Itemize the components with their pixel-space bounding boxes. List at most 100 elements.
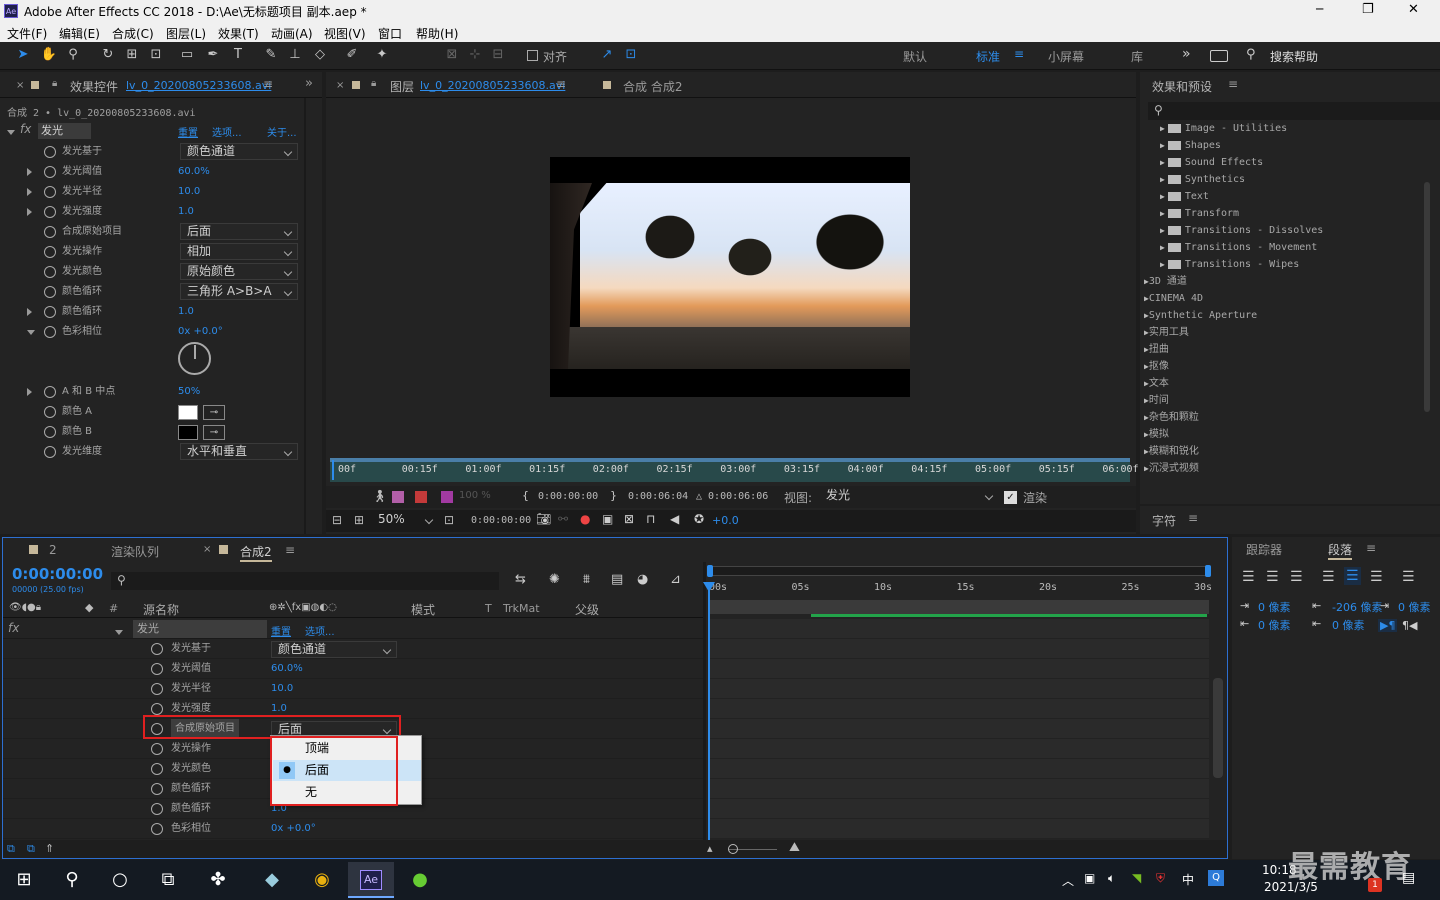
- effects-presets-menu-icon[interactable]: ≡: [1228, 77, 1238, 91]
- rtl-direction-icon[interactable]: ¶◀: [1402, 619, 1417, 632]
- justify-center-icon[interactable]: ☰: [1344, 567, 1361, 585]
- search-help-input[interactable]: 搜索帮助: [1270, 48, 1318, 65]
- tree-expand-icon[interactable]: ▶: [1160, 158, 1165, 167]
- out-time[interactable]: 0:00:06:04: [628, 491, 688, 502]
- effect-name[interactable]: 发光: [38, 123, 91, 139]
- prop-dropdown[interactable]: 水平和垂直: [180, 443, 298, 460]
- prop-value[interactable]: 1.0: [178, 302, 194, 322]
- timeline-effect-name[interactable]: 发光: [133, 620, 267, 638]
- ltr-direction-icon[interactable]: ▶¶: [1378, 619, 1398, 632]
- menu-window[interactable]: 窗口: [378, 25, 402, 42]
- tree-expand-icon[interactable]: ▶: [1160, 141, 1165, 150]
- col-source-name[interactable]: 源名称: [143, 601, 179, 618]
- exposure-icon[interactable]: ✪: [694, 512, 704, 526]
- tray-qq-icon[interactable]: Q: [1208, 870, 1224, 886]
- color-icon[interactable]: [441, 491, 453, 503]
- effects-tree-item[interactable]: ▶时间: [1144, 392, 1169, 409]
- effects-tree-item[interactable]: ▶文本: [1144, 375, 1169, 392]
- snap-grid-icon[interactable]: ⊡: [622, 46, 640, 64]
- effects-tree-item[interactable]: ▶3D 通道: [1144, 273, 1187, 290]
- workspace-libraries[interactable]: 库: [1131, 48, 1143, 65]
- prop-dropdown[interactable]: 后面: [180, 223, 298, 240]
- col-trkmat[interactable]: TrkMat: [503, 602, 540, 615]
- timeline-prop-value[interactable]: 10.0: [271, 679, 293, 699]
- timeline-prop-value[interactable]: 0x +0.0°: [271, 819, 316, 839]
- chrome-icon[interactable]: ◉: [304, 862, 340, 898]
- cortana-icon[interactable]: ○: [102, 862, 138, 898]
- label-icon[interactable]: ◆: [85, 601, 93, 614]
- tray-network-icon[interactable]: ▣: [1084, 871, 1095, 885]
- effects-tree-item[interactable]: ▶ Synthetics: [1160, 171, 1245, 188]
- current-time[interactable]: 0:00:00:00: [471, 515, 531, 526]
- paragraph-menu-icon[interactable]: ≡: [1366, 541, 1376, 555]
- workspace-default[interactable]: 默认: [903, 48, 927, 65]
- menu-help[interactable]: 帮助(H): [416, 25, 458, 42]
- local-axis-icon[interactable]: ⊠: [443, 46, 461, 64]
- justify-all-icon[interactable]: ☰: [1402, 569, 1415, 585]
- tree-expand-icon[interactable]: ▶: [1160, 209, 1165, 218]
- sync-settings-icon[interactable]: [1210, 50, 1228, 62]
- timeline-stopwatch-icon[interactable]: [151, 639, 163, 659]
- space-after-value[interactable]: 0 像素: [1332, 617, 1365, 633]
- show-snapshot-icon[interactable]: ⚯: [558, 512, 568, 526]
- channel-icon[interactable]: ●: [580, 512, 590, 526]
- layer-search-input[interactable]: ⚲: [111, 572, 499, 590]
- close-button[interactable]: ✕: [1408, 2, 1419, 17]
- effects-tree-item[interactable]: ▶扭曲: [1144, 341, 1169, 358]
- frame-blending-icon[interactable]: ▤: [611, 572, 623, 587]
- prop-expand-arrow[interactable]: [27, 182, 32, 202]
- eyedropper-icon[interactable]: ⊸: [203, 425, 225, 440]
- effect-expand-arrow[interactable]: [7, 125, 15, 138]
- align-right-icon[interactable]: ☰: [1290, 569, 1303, 585]
- tree-expand-icon[interactable]: ▶: [1160, 124, 1165, 133]
- roi-icon[interactable]: 🚶︎: [372, 489, 387, 503]
- brush-tool-icon[interactable]: ✎: [262, 46, 280, 64]
- always-preview-icon[interactable]: ⊟: [332, 513, 342, 527]
- effects-tree-item[interactable]: ▶ Shapes: [1160, 137, 1221, 154]
- timeline-stopwatch-icon[interactable]: [151, 819, 163, 839]
- navigator-end[interactable]: [1205, 565, 1211, 577]
- timeline-stopwatch-icon[interactable]: [151, 779, 163, 799]
- align-left-icon[interactable]: ☰: [1242, 569, 1255, 585]
- effect-about-link[interactable]: 关于...: [267, 124, 297, 139]
- layer-viewer-tab[interactable]: 图层: [390, 78, 414, 95]
- menu-composition[interactable]: 合成(C): [112, 25, 154, 42]
- panel-menu-icon[interactable]: ≡: [263, 77, 273, 91]
- stopwatch-icon[interactable]: [44, 322, 56, 342]
- timeline-prop-value[interactable]: 60.0%: [271, 659, 303, 679]
- prop-expand-arrow[interactable]: [27, 162, 32, 182]
- workspace-menu-icon[interactable]: ≡: [1014, 47, 1024, 61]
- comp2-tab-close-icon[interactable]: ×: [203, 544, 211, 555]
- timeline-effect-expand[interactable]: [115, 625, 123, 638]
- zoom-out-icon[interactable]: ▴: [707, 842, 713, 855]
- space-before-value[interactable]: -206 像素: [1332, 599, 1382, 615]
- reset-exposure-icon[interactable]: ◀: [670, 512, 679, 526]
- paragraph-tab[interactable]: 段落: [1328, 541, 1353, 560]
- clone-stamp-tool-icon[interactable]: ⊥: [286, 46, 304, 64]
- view-dropdown[interactable]: 发光: [820, 488, 998, 505]
- prop-expand-arrow[interactable]: [27, 322, 35, 342]
- graph-editor-icon[interactable]: ⊿: [670, 572, 681, 587]
- justify-left-icon[interactable]: ☰: [1322, 569, 1335, 585]
- effects-tree-item[interactable]: ▶ Image - Utilities: [1160, 122, 1287, 137]
- timeline-fx-icon[interactable]: fx: [8, 621, 19, 635]
- stopwatch-icon[interactable]: [44, 262, 56, 282]
- pen-tool-icon[interactable]: ✒: [204, 46, 222, 64]
- effects-tree-item[interactable]: ▶ Sound Effects: [1160, 154, 1263, 171]
- type-tool-icon[interactable]: T: [229, 46, 247, 64]
- color-swatch[interactable]: [178, 405, 198, 420]
- shy-icon[interactable]: ⩩: [583, 572, 590, 587]
- timeline-stopwatch-icon[interactable]: [151, 679, 163, 699]
- mask-icon[interactable]: [415, 491, 427, 503]
- tree-expand-icon[interactable]: ▶: [1160, 192, 1165, 201]
- stopwatch-icon[interactable]: [44, 442, 56, 462]
- stopwatch-icon[interactable]: [44, 302, 56, 322]
- prop-expand-arrow[interactable]: [27, 302, 32, 322]
- effects-tree-item[interactable]: ▶抠像: [1144, 358, 1169, 375]
- character-menu-icon[interactable]: ≡: [1188, 511, 1198, 525]
- puppet-tool-icon[interactable]: ✦: [373, 46, 391, 64]
- toggle-duration-icon[interactable]: ⇑: [45, 842, 54, 855]
- timeline-stopwatch-icon[interactable]: [151, 759, 163, 779]
- transparency-grid-icon[interactable]: [392, 491, 404, 503]
- comp2-tab-menu-icon[interactable]: ≡: [285, 543, 295, 557]
